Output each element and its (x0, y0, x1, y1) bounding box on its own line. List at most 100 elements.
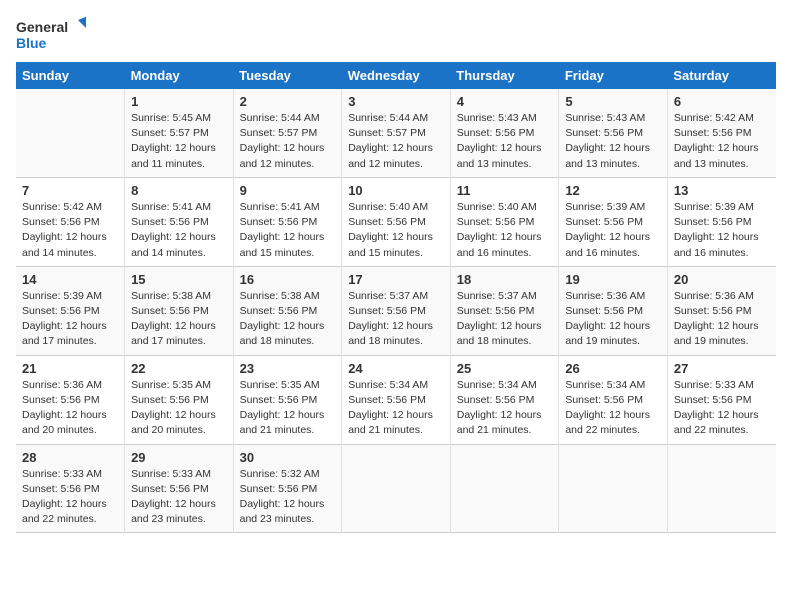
day-info: Sunrise: 5:36 AM Sunset: 5:56 PM Dayligh… (565, 289, 661, 350)
day-number: 12 (565, 183, 661, 198)
day-info: Sunrise: 5:40 AM Sunset: 5:56 PM Dayligh… (457, 200, 553, 261)
day-number: 6 (674, 94, 770, 109)
day-info: Sunrise: 5:34 AM Sunset: 5:56 PM Dayligh… (565, 378, 661, 439)
day-number: 17 (348, 272, 444, 287)
calendar-cell (559, 444, 668, 533)
calendar-cell: 13 Sunrise: 5:39 AM Sunset: 5:56 PM Dayli… (667, 177, 776, 266)
day-info: Sunrise: 5:36 AM Sunset: 5:56 PM Dayligh… (22, 378, 118, 439)
calendar-cell: 9 Sunrise: 5:41 AM Sunset: 5:56 PM Daylig… (233, 177, 342, 266)
day-number: 21 (22, 361, 118, 376)
day-number: 3 (348, 94, 444, 109)
day-number: 23 (240, 361, 336, 376)
day-info: Sunrise: 5:39 AM Sunset: 5:56 PM Dayligh… (674, 200, 770, 261)
day-info: Sunrise: 5:45 AM Sunset: 5:57 PM Dayligh… (131, 111, 227, 172)
calendar-cell: 15Sunrise: 5:38 AM Sunset: 5:56 PM Dayli… (125, 266, 234, 355)
calendar-cell: 24 Sunrise: 5:34 AM Sunset: 5:56 PM Dayli… (342, 355, 451, 444)
day-info: Sunrise: 5:42 AM Sunset: 5:56 PM Dayligh… (22, 200, 118, 261)
day-info: Sunrise: 5:36 AM Sunset: 5:56 PM Dayligh… (674, 289, 770, 350)
calendar-cell: 17 Sunrise: 5:37 AM Sunset: 5:56 PM Dayli… (342, 266, 451, 355)
column-header-wednesday: Wednesday (342, 62, 451, 89)
calendar-cell: 5Sunrise: 5:43 AM Sunset: 5:56 PM Daylig… (559, 89, 668, 177)
day-number: 25 (457, 361, 553, 376)
calendar-cell (667, 444, 776, 533)
day-number: 14 (22, 272, 118, 287)
day-number: 8 (131, 183, 227, 198)
day-info: Sunrise: 5:32 AM Sunset: 5:56 PM Dayligh… (240, 467, 336, 528)
column-header-monday: Monday (125, 62, 234, 89)
day-number: 30 (240, 450, 336, 465)
day-number: 22 (131, 361, 227, 376)
day-number: 7 (22, 183, 118, 198)
day-info: Sunrise: 5:44 AM Sunset: 5:57 PM Dayligh… (240, 111, 336, 172)
day-info: Sunrise: 5:43 AM Sunset: 5:56 PM Dayligh… (457, 111, 553, 172)
calendar-week-row: 21 Sunrise: 5:36 AM Sunset: 5:56 PM Dayli… (16, 355, 776, 444)
day-info: Sunrise: 5:41 AM Sunset: 5:56 PM Dayligh… (240, 200, 336, 261)
day-number: 11 (457, 183, 553, 198)
calendar-cell: 30 Sunrise: 5:32 AM Sunset: 5:56 PM Dayli… (233, 444, 342, 533)
calendar-cell: 14 Sunrise: 5:39 AM Sunset: 5:56 PM Dayli… (16, 266, 125, 355)
day-info: Sunrise: 5:35 AM Sunset: 5:56 PM Dayligh… (240, 378, 336, 439)
calendar-cell: 20Sunrise: 5:36 AM Sunset: 5:56 PM Dayli… (667, 266, 776, 355)
calendar-cell (16, 89, 125, 177)
day-number: 24 (348, 361, 444, 376)
column-header-friday: Friday (559, 62, 668, 89)
day-number: 5 (565, 94, 661, 109)
calendar-cell: 1 Sunrise: 5:45 AM Sunset: 5:57 PM Daylig… (125, 89, 234, 177)
calendar-cell: 3 Sunrise: 5:44 AM Sunset: 5:57 PM Daylig… (342, 89, 451, 177)
calendar-cell: 27 Sunrise: 5:33 AM Sunset: 5:56 PM Dayli… (667, 355, 776, 444)
column-header-saturday: Saturday (667, 62, 776, 89)
day-info: Sunrise: 5:35 AM Sunset: 5:56 PM Dayligh… (131, 378, 227, 439)
day-info: Sunrise: 5:44 AM Sunset: 5:57 PM Dayligh… (348, 111, 444, 172)
day-info: Sunrise: 5:33 AM Sunset: 5:56 PM Dayligh… (131, 467, 227, 528)
logo: General Blue (16, 16, 86, 58)
calendar-cell: 16 Sunrise: 5:38 AM Sunset: 5:56 PM Dayli… (233, 266, 342, 355)
calendar-cell: 26 Sunrise: 5:34 AM Sunset: 5:56 PM Dayli… (559, 355, 668, 444)
day-info: Sunrise: 5:34 AM Sunset: 5:56 PM Dayligh… (348, 378, 444, 439)
day-info: Sunrise: 5:34 AM Sunset: 5:56 PM Dayligh… (457, 378, 553, 439)
day-number: 19 (565, 272, 661, 287)
day-info: Sunrise: 5:37 AM Sunset: 5:56 PM Dayligh… (348, 289, 444, 350)
calendar-cell: 10 Sunrise: 5:40 AM Sunset: 5:56 PM Dayli… (342, 177, 451, 266)
calendar-week-row: 14 Sunrise: 5:39 AM Sunset: 5:56 PM Dayli… (16, 266, 776, 355)
day-info: Sunrise: 5:42 AM Sunset: 5:56 PM Dayligh… (674, 111, 770, 172)
column-header-tuesday: Tuesday (233, 62, 342, 89)
calendar-cell (342, 444, 451, 533)
calendar-cell: 23 Sunrise: 5:35 AM Sunset: 5:56 PM Dayli… (233, 355, 342, 444)
calendar-header-row: SundayMondayTuesdayWednesdayThursdayFrid… (16, 62, 776, 89)
calendar-cell: 11 Sunrise: 5:40 AM Sunset: 5:56 PM Dayli… (450, 177, 559, 266)
day-number: 26 (565, 361, 661, 376)
calendar-week-row: 7 Sunrise: 5:42 AM Sunset: 5:56 PM Daylig… (16, 177, 776, 266)
calendar-cell: 21 Sunrise: 5:36 AM Sunset: 5:56 PM Dayli… (16, 355, 125, 444)
page-header: General Blue (16, 16, 776, 58)
svg-text:Blue: Blue (16, 35, 47, 51)
day-info: Sunrise: 5:38 AM Sunset: 5:56 PM Dayligh… (240, 289, 336, 350)
calendar-cell: 29 Sunrise: 5:33 AM Sunset: 5:56 PM Dayli… (125, 444, 234, 533)
day-number: 16 (240, 272, 336, 287)
day-number: 13 (674, 183, 770, 198)
day-info: Sunrise: 5:40 AM Sunset: 5:56 PM Dayligh… (348, 200, 444, 261)
day-info: Sunrise: 5:41 AM Sunset: 5:56 PM Dayligh… (131, 200, 227, 261)
calendar-cell: 12Sunrise: 5:39 AM Sunset: 5:56 PM Dayli… (559, 177, 668, 266)
day-info: Sunrise: 5:37 AM Sunset: 5:56 PM Dayligh… (457, 289, 553, 350)
day-info: Sunrise: 5:38 AM Sunset: 5:56 PM Dayligh… (131, 289, 227, 350)
day-number: 1 (131, 94, 227, 109)
calendar-cell: 4Sunrise: 5:43 AM Sunset: 5:56 PM Daylig… (450, 89, 559, 177)
calendar-cell: 22 Sunrise: 5:35 AM Sunset: 5:56 PM Dayli… (125, 355, 234, 444)
calendar-week-row: 28Sunrise: 5:33 AM Sunset: 5:56 PM Dayli… (16, 444, 776, 533)
calendar-table: SundayMondayTuesdayWednesdayThursdayFrid… (16, 62, 776, 533)
day-number: 10 (348, 183, 444, 198)
calendar-cell: 8 Sunrise: 5:41 AM Sunset: 5:56 PM Daylig… (125, 177, 234, 266)
day-number: 18 (457, 272, 553, 287)
day-info: Sunrise: 5:33 AM Sunset: 5:56 PM Dayligh… (674, 378, 770, 439)
day-number: 27 (674, 361, 770, 376)
day-number: 29 (131, 450, 227, 465)
day-info: Sunrise: 5:39 AM Sunset: 5:56 PM Dayligh… (22, 289, 118, 350)
day-number: 9 (240, 183, 336, 198)
column-header-sunday: Sunday (16, 62, 125, 89)
calendar-cell: 28Sunrise: 5:33 AM Sunset: 5:56 PM Dayli… (16, 444, 125, 533)
calendar-cell: 7 Sunrise: 5:42 AM Sunset: 5:56 PM Daylig… (16, 177, 125, 266)
column-header-thursday: Thursday (450, 62, 559, 89)
svg-text:General: General (16, 19, 68, 35)
calendar-cell: 25 Sunrise: 5:34 AM Sunset: 5:56 PM Dayli… (450, 355, 559, 444)
logo-svg: General Blue (16, 16, 86, 58)
